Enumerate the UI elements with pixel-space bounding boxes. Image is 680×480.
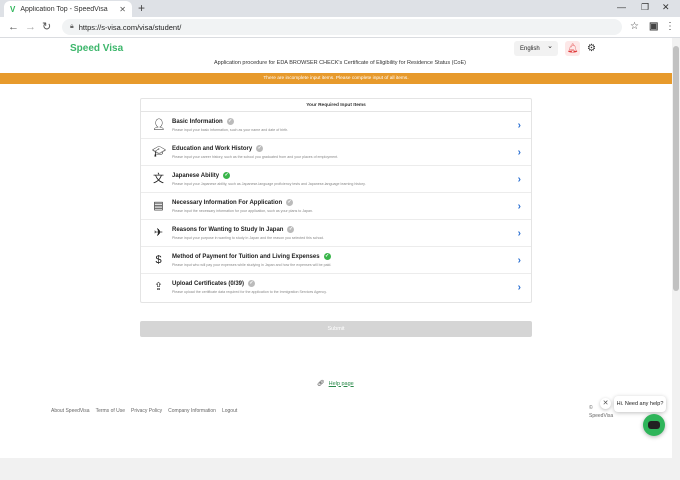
scrollbar-thumb[interactable] [673, 46, 679, 291]
card-title: Your Required Input Items [141, 99, 531, 112]
airplane-icon: ✈ [153, 227, 164, 239]
address-bar[interactable]: 🔒︎ https://s-visa.com/visa/student/ [62, 19, 622, 35]
minimize-icon[interactable]: — [617, 2, 626, 12]
window-close-icon[interactable]: ✕ [662, 2, 670, 13]
item-title: Method of Payment for Tuition and Living… [172, 253, 331, 260]
footer-links: About SpeedVisa Terms of Use Privacy Pol… [51, 408, 237, 414]
required-item[interactable]: 文 Japanese Ability ✓ Please input your Japa… [141, 166, 531, 193]
logo[interactable]: Speed Visa [70, 43, 123, 54]
language-select[interactable]: English ⌄ [514, 41, 558, 56]
new-tab-icon[interactable]: + [138, 1, 145, 15]
forward-icon[interactable]: → [25, 20, 36, 34]
url-text: https://s-visa.com/visa/student/ [78, 22, 182, 32]
submit-button[interactable]: Submit [140, 321, 532, 337]
graduation-cap-icon: 🎓︎ [152, 146, 166, 158]
upload-file-icon: ⇪ [153, 281, 164, 293]
page-scrollbar[interactable] [672, 38, 680, 458]
page-bottom-area [0, 458, 680, 480]
item-title-text: Education and Work History [172, 145, 253, 152]
back-icon[interactable]: ← [8, 20, 19, 34]
item-description: Please upload the certificate data requi… [172, 290, 327, 294]
notification-bell-icon[interactable]: 🔔︎ [565, 41, 580, 56]
item-title-text: Reasons for Wanting to Study In Japan [172, 226, 284, 233]
chevron-right-icon[interactable]: › [518, 146, 521, 159]
chevron-right-icon[interactable]: › [518, 227, 521, 240]
language-icon: 文 [153, 173, 164, 185]
item-title: Necessary Information For Application ✓ [172, 199, 294, 206]
maximize-icon[interactable]: ❐ [641, 2, 649, 13]
item-title: Japanese Ability ✓ [172, 172, 231, 179]
browser-toolbar: ← → ↻ 🔒︎ https://s-visa.com/visa/student… [0, 17, 680, 38]
check-pending-icon: ✓ [287, 226, 295, 233]
item-description: Please input your Japanese ability, such… [172, 182, 366, 186]
menu-icon[interactable]: ⋮ [665, 20, 675, 34]
item-title-text: Upload Certificates (0/39) [172, 280, 245, 287]
chat-greeting-bubble[interactable]: Hi. Need any help? [614, 396, 666, 412]
check-complete-icon: ✓ [323, 253, 331, 260]
item-description: Please input your purpose in wanting to … [172, 236, 325, 240]
chat-launcher-button[interactable] [643, 414, 665, 436]
check-pending-icon: ✓ [256, 145, 264, 152]
tab-close-icon[interactable]: ✕ [119, 5, 126, 14]
footer-link-terms[interactable]: Terms of Use [96, 408, 125, 414]
link-icon: 🔗︎ [317, 381, 325, 387]
footer-link-privacy[interactable]: Privacy Policy [131, 408, 162, 414]
reload-icon[interactable]: ↻ [42, 20, 51, 34]
chevron-right-icon[interactable]: › [518, 119, 521, 132]
required-item[interactable]: 🎓︎ Education and Work History ✓ Please inpu… [141, 139, 531, 166]
tab-title: Application Top - SpeedVisa [20, 5, 108, 13]
browser-tab-strip: V Application Top - SpeedVisa ✕ + — ❐ ✕ [0, 0, 680, 17]
incomplete-warning-banner: There are incomplete input items. Please… [0, 73, 672, 84]
chevron-right-icon[interactable]: › [518, 254, 521, 267]
procedure-title: Application procedure for EDA BROWSER CH… [213, 60, 466, 66]
chat-icon [648, 421, 660, 429]
item-description: Please input the necessary information f… [172, 209, 314, 213]
item-title: Upload Certificates (0/39) ✓ [172, 280, 256, 287]
chevron-right-icon[interactable]: › [518, 281, 521, 294]
person-icon: 👤︎ [152, 119, 166, 131]
required-item[interactable]: ⇪ Upload Certificates (0/39) ✓ Please uploa… [141, 274, 531, 301]
document-icon: ▤ [153, 200, 164, 212]
check-pending-icon: ✓ [226, 118, 234, 125]
lock-icon: 🔒︎ [70, 23, 74, 30]
footer-link-logout[interactable]: Logout [222, 408, 237, 414]
chat-close-icon[interactable]: ✕ [600, 398, 611, 409]
dollar-icon: $ [155, 254, 162, 266]
footer-link-about[interactable]: About SpeedVisa [51, 408, 90, 414]
chevron-right-icon[interactable]: › [518, 200, 521, 213]
item-description: Please input who will pay your expenses … [172, 263, 332, 267]
check-pending-icon: ✓ [248, 280, 256, 287]
item-title-text: Method of Payment for Tuition and Living… [172, 253, 320, 260]
site-header: Speed Visa English ⌄ 🔔︎ ⚙ Application pr… [0, 38, 672, 73]
help-link[interactable]: 🔗︎ Help page [317, 380, 354, 388]
item-title: Education and Work History ✓ [172, 145, 264, 152]
footer-link-company[interactable]: Company Information [168, 408, 216, 414]
item-description: Please input your basic information, suc… [172, 128, 289, 132]
item-title: Reasons for Wanting to Study In Japan ✓ [172, 226, 295, 233]
favicon-icon: V [10, 4, 16, 14]
gear-icon[interactable]: ⚙ [587, 41, 596, 56]
required-item[interactable]: ▤ Necessary Information For Application ✓ P… [141, 193, 531, 220]
item-title-text: Japanese Ability [172, 172, 220, 179]
required-item[interactable]: ✈ Reasons for Wanting to Study In Japan ✓ P… [141, 220, 531, 247]
check-complete-icon: ✓ [223, 172, 231, 179]
chevron-down-icon: ⌄ [547, 43, 553, 50]
copyright-name: SpeedVisa [589, 413, 614, 419]
item-description: Please input your career history, such a… [172, 155, 339, 159]
help-link-label[interactable]: Help page [329, 381, 354, 387]
language-value: English [520, 45, 540, 52]
chevron-right-icon[interactable]: › [518, 173, 521, 186]
item-title: Basic Information ✓ [172, 118, 234, 125]
required-items-list: 👤︎ Basic Information ✓ Please input your ba… [141, 112, 531, 301]
required-item[interactable]: 👤︎ Basic Information ✓ Please input your ba… [141, 112, 531, 139]
check-pending-icon: ✓ [286, 199, 294, 206]
item-title-text: Basic Information [172, 118, 223, 125]
required-item[interactable]: $ Method of Payment for Tuition and Livin… [141, 247, 531, 274]
extension-icon[interactable]: ▣ [649, 20, 658, 34]
item-title-text: Necessary Information For Application [172, 199, 283, 206]
browser-tab[interactable]: V Application Top - SpeedVisa ✕ [4, 1, 132, 17]
required-items-card: Your Required Input Items 👤︎ Basic Inform… [140, 98, 532, 303]
bookmark-star-icon[interactable]: ☆ [630, 20, 639, 34]
